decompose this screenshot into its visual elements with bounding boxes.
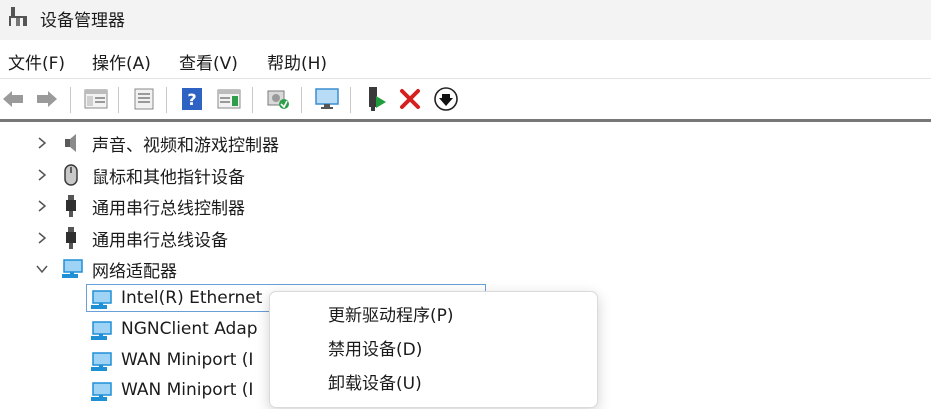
tree-item-network-adapters[interactable]: 网络适配器 [0,254,931,282]
tree-item-label: 声音、视频和游戏控制器 [92,136,279,156]
enable-device-icon[interactable] [363,86,389,112]
adapter-label: Intel(R) Ethernet [121,288,263,308]
context-menu: 更新驱动程序(P) 禁用设备(D) 卸载设备(U) [269,291,598,408]
tree-item-label: 鼠标和其他指针设备 [92,168,245,188]
tree-item-label: 通用串行总线设备 [92,231,228,251]
chevron-right-icon[interactable] [35,230,49,244]
toolbar-separator [350,87,351,113]
context-menu-disable-device[interactable]: 禁用设备(D) [328,335,422,360]
tree-item-label: 网络适配器 [92,262,177,282]
svg-text:?: ? [187,90,196,109]
show-hide-tree-icon[interactable] [83,86,109,112]
context-menu-uninstall-device[interactable]: 卸载设备(U) [328,369,422,394]
usb-icon [60,194,84,218]
chevron-right-icon[interactable] [35,167,49,181]
adapter-label: WAN Miniport (I [121,380,254,400]
back-icon[interactable] [0,86,26,112]
toolbar-separator [166,87,167,113]
network-adapter-icon [89,350,113,374]
menu-help[interactable]: 帮助(H) [267,49,327,74]
speaker-icon [60,131,84,155]
menu-action[interactable]: 操作(A) [92,49,151,74]
uninstall-icon[interactable] [397,86,423,112]
mouse-icon [60,163,84,187]
chevron-right-icon[interactable] [35,135,49,149]
help-icon[interactable]: ? [179,86,205,112]
chevron-down-icon[interactable] [35,261,49,275]
forward-icon[interactable] [34,86,60,112]
tree-item-mouse[interactable]: 鼠标和其他指针设备 [0,160,931,188]
toolbar-separator [252,87,253,113]
adapter-label: NGNClient Adap [121,319,258,339]
toolbar-separator [301,87,302,113]
update-driver-icon[interactable] [433,86,459,112]
toolbar-separator [70,87,71,113]
tree-item-label: 通用串行总线控制器 [92,199,245,219]
window-title: 设备管理器 [40,11,125,31]
chevron-right-icon[interactable] [35,198,49,212]
scan-hardware-icon[interactable] [265,86,291,112]
toolbar: ? [0,78,931,121]
tree-item-sound[interactable]: 声音、视频和游戏控制器 [0,128,931,156]
device-manager-icon [9,6,29,28]
properties-icon[interactable] [131,86,157,112]
menu-view[interactable]: 查看(V) [179,49,238,74]
context-menu-update-driver[interactable]: 更新驱动程序(P) [328,301,454,326]
toolbar-separator [118,87,119,113]
title-bar: 设备管理器 [0,0,931,40]
menu-file[interactable]: 文件(F) [8,49,65,74]
network-adapter-icon [60,257,84,281]
network-adapter-icon [89,288,113,312]
monitor-icon[interactable] [314,86,340,112]
menu-bar: 文件(F) 操作(A) 查看(V) 帮助(H) [0,40,931,78]
tree-item-usb-devices[interactable]: 通用串行总线设备 [0,223,931,251]
network-adapter-icon [89,319,113,343]
tree-item-usb-controllers[interactable]: 通用串行总线控制器 [0,191,931,219]
adapter-label: WAN Miniport (I [121,350,254,370]
network-adapter-icon [89,380,113,404]
usb-icon [60,226,84,250]
action-pane-icon[interactable] [216,86,242,112]
